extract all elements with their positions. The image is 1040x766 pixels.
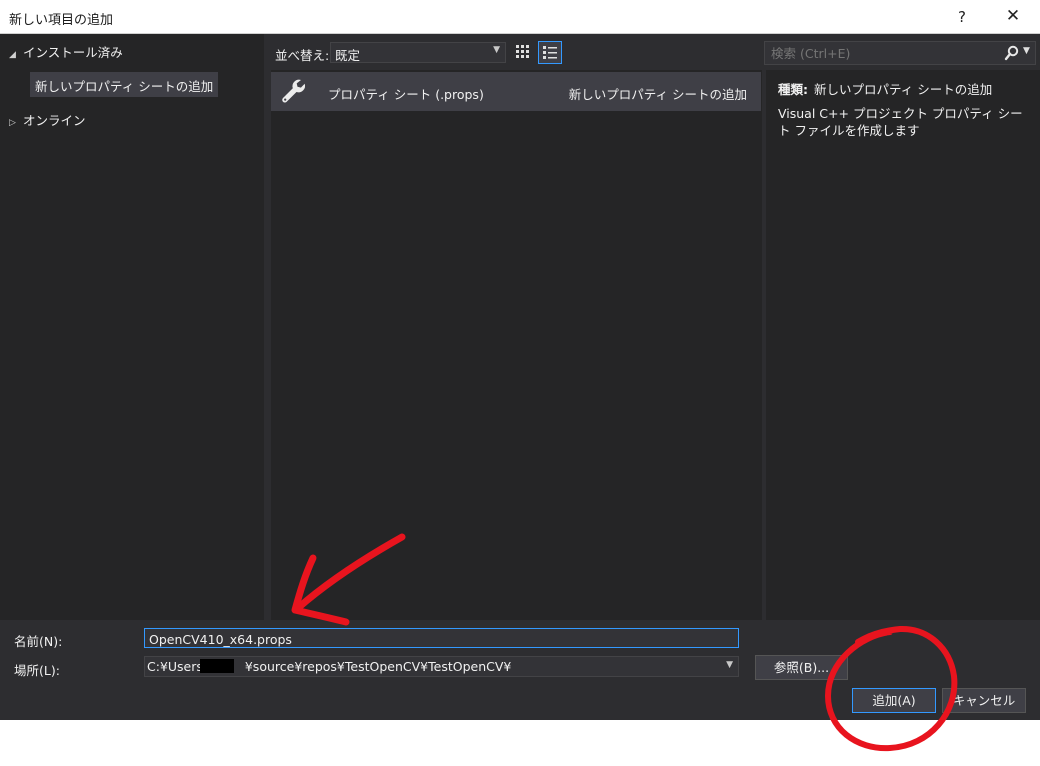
location-label: 場所(L): xyxy=(14,663,60,678)
close-button[interactable]: ✕ xyxy=(990,0,1036,34)
grid-view-icon xyxy=(516,45,529,58)
sort-dropdown[interactable]: 既定 ▼ xyxy=(330,42,506,63)
help-button[interactable]: ? xyxy=(944,0,980,34)
tree-item-online[interactable]: ▷ オンライン xyxy=(9,110,86,129)
sort-value: 既定 xyxy=(335,48,361,63)
sort-label: 並べ替え: xyxy=(275,48,330,63)
detail-type-label: 種類: xyxy=(778,82,808,97)
template-list xyxy=(271,70,762,620)
details-pane xyxy=(766,70,1040,620)
chevron-down-icon: ▼ xyxy=(493,45,500,55)
list-view-icon xyxy=(543,46,557,59)
redaction-box xyxy=(200,659,234,673)
tree-item-installed[interactable]: ◢ インストール済み xyxy=(9,42,123,61)
template-row-property-sheet[interactable]: プロパティ シート (.props) 新しいプロパティ シートの追加 xyxy=(271,72,761,111)
collapsed-arrow-icon: ▷ xyxy=(9,118,16,128)
search-input[interactable] xyxy=(769,44,989,62)
browse-button[interactable]: 参照(B)... xyxy=(755,655,848,680)
template-type: 新しいプロパティ シートの追加 xyxy=(568,87,747,102)
search-icon[interactable] xyxy=(1003,44,1021,62)
expanded-arrow-icon: ◢ xyxy=(9,50,16,60)
name-label: 名前(N): xyxy=(14,634,63,649)
name-input[interactable] xyxy=(147,630,736,648)
grid-view-button[interactable] xyxy=(512,41,534,63)
detail-description: Visual C++ プロジェクト プロパティ シート ファイルを作成します xyxy=(778,106,1023,138)
title-bar: 新しい項目の追加 ? ✕ xyxy=(0,0,1040,34)
window-title: 新しい項目の追加 xyxy=(9,13,114,28)
name-field[interactable] xyxy=(144,628,739,648)
tree-item-add-property-sheet[interactable]: 新しいプロパティ シートの追加 xyxy=(30,72,219,97)
search-box[interactable]: ▼ xyxy=(764,41,1036,65)
cancel-button[interactable]: キャンセル xyxy=(942,688,1026,713)
list-view-button[interactable] xyxy=(538,41,562,64)
wrench-icon xyxy=(282,79,306,103)
search-options-chevron-icon[interactable]: ▼ xyxy=(1023,46,1030,56)
detail-type-value: 新しいプロパティ シートの追加 xyxy=(814,82,993,97)
template-name: プロパティ シート (.props) xyxy=(328,87,484,102)
chevron-down-icon[interactable]: ▼ xyxy=(726,660,733,670)
detail-type: 種類: 新しいプロパティ シートの追加 xyxy=(778,79,992,98)
add-button[interactable]: 追加(A) xyxy=(852,688,936,713)
